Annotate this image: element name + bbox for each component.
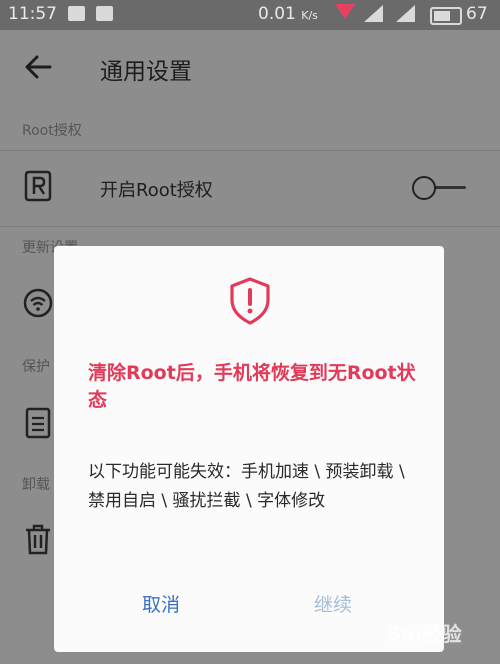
battery-level: 67 (466, 4, 488, 24)
mail-notification-icon (96, 6, 113, 21)
section-header-uninstall: 卸载 (22, 477, 50, 493)
speed-value: 0.01 (258, 4, 296, 24)
app-bar: 通用设置 (0, 30, 500, 106)
document-icon (25, 407, 51, 439)
root-setting-label[interactable]: 开启Root授权 (100, 176, 213, 202)
signal-icon (364, 5, 383, 22)
confirm-dialog: 清除Root后，手机将恢复到无Root状态 以下功能可能失效：手机加速 \ 预装… (54, 246, 444, 652)
toggle-knob (412, 176, 436, 200)
cancel-button[interactable]: 取消 (142, 590, 180, 617)
image-notification-icon (68, 6, 85, 21)
divider (0, 226, 500, 227)
page-title: 通用设置 (100, 59, 192, 85)
dialog-title: 清除Root后，手机将恢复到无Root状态 (88, 362, 416, 411)
root-toggle[interactable] (412, 176, 466, 200)
wifi-icon (335, 4, 355, 19)
trash-icon (26, 524, 50, 555)
back-arrow-icon[interactable] (24, 52, 52, 82)
dialog-message: 以下功能可能失效：手机加速 \ 预装卸载 \ 禁用自启 \ 骚扰拦截 \ 字体修… (88, 462, 405, 511)
status-bar: 11:57 0.01 K/s 67 (0, 0, 500, 30)
section-header-protect: 保护 (22, 359, 50, 375)
speed-unit: K/s (301, 9, 318, 22)
signal-2-icon (396, 5, 415, 22)
shield-warning-icon (230, 277, 270, 325)
continue-button[interactable]: 继续 (314, 590, 352, 617)
battery-icon (430, 7, 462, 25)
section-header-root: Root授权 (22, 123, 82, 139)
status-time: 11:57 (8, 4, 57, 24)
wifi-update-icon (23, 288, 53, 318)
root-r-icon (24, 170, 52, 202)
network-speed: 0.01 K/s (258, 4, 318, 24)
divider (0, 150, 500, 151)
watermark: Bai经验 (386, 622, 462, 646)
